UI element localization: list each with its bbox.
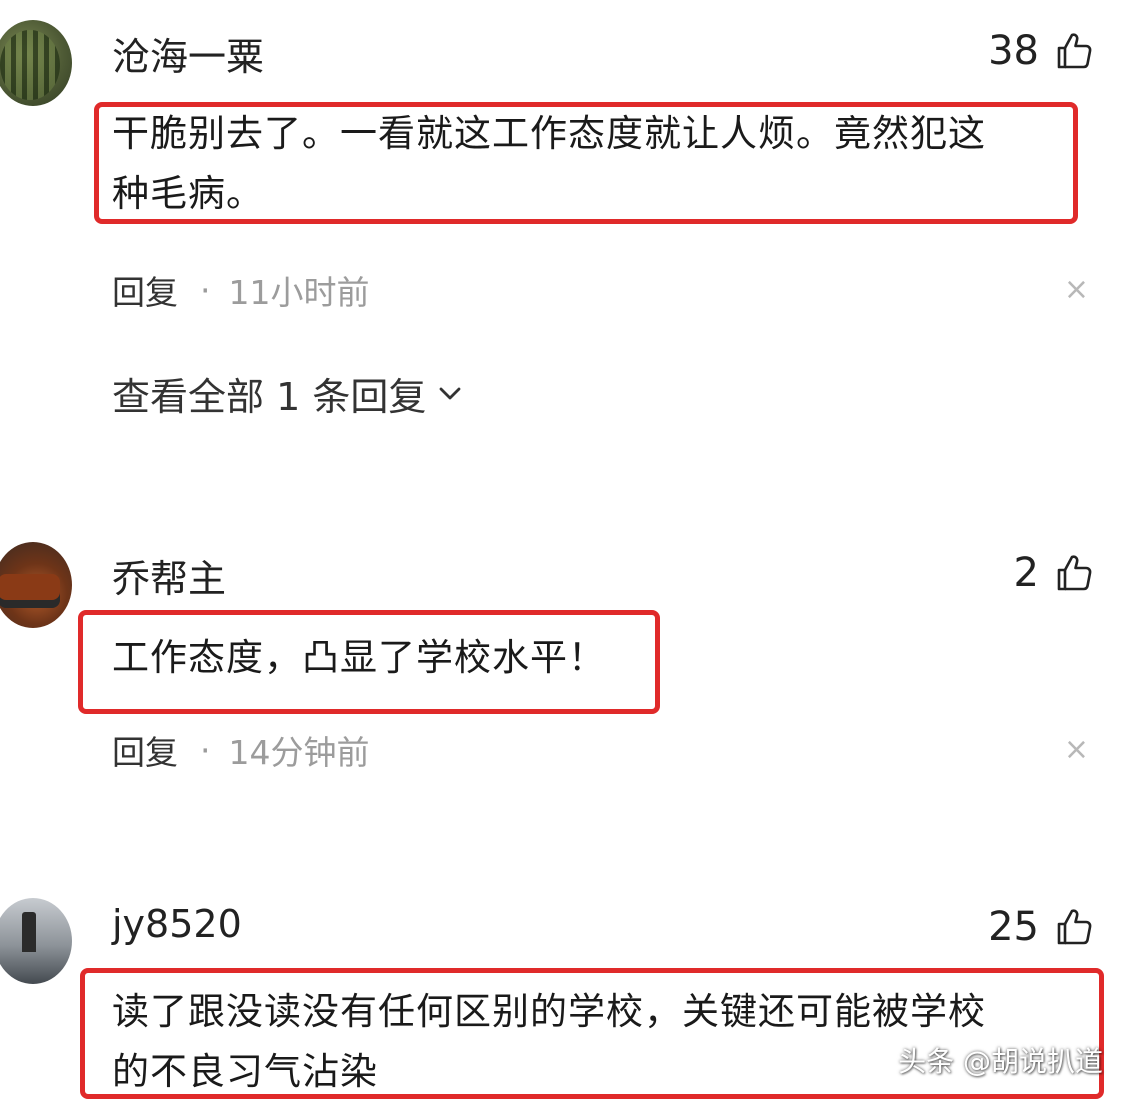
avatar[interactable] xyxy=(0,20,72,106)
view-replies-button[interactable]: 查看全部 1 条回复 xyxy=(112,366,462,421)
username[interactable]: 沧海一粟 xyxy=(112,26,264,81)
close-icon[interactable]: × xyxy=(1064,272,1089,307)
chevron-down-icon xyxy=(439,387,461,399)
like-count: 25 xyxy=(988,904,1039,950)
close-icon[interactable]: × xyxy=(1064,732,1089,767)
comment-text-line: 读了跟没读没有任何区别的学校，关键还可能被学校 xyxy=(112,990,986,1033)
avatar[interactable] xyxy=(0,542,72,628)
meta-separator: · xyxy=(200,270,211,310)
thumbs-up-icon xyxy=(1057,555,1092,591)
watermark: 头条 @胡说扒道 xyxy=(898,1045,1103,1078)
comment-text-line: 工作态度，凸显了学校水平！ xyxy=(112,636,606,679)
thumbs-up-icon xyxy=(1057,909,1092,945)
comment-text-line: 的不良习气沾染 xyxy=(112,1050,378,1093)
like-count: 38 xyxy=(988,28,1039,74)
comment-text-line: 种毛病。 xyxy=(112,172,264,215)
comment-text: 干脆别去了。一看就这工作态度就让人烦。竟然犯这 种毛病。 xyxy=(112,104,986,224)
thumbs-up-icon xyxy=(1057,33,1092,69)
username[interactable]: 乔帮主 xyxy=(112,548,226,603)
reply-button[interactable]: 回复 xyxy=(112,726,178,774)
comment-text-line: 干脆别去了。一看就这工作态度就让人烦。竟然犯这 xyxy=(112,112,986,155)
comment-meta: 回复 · 11小时前 xyxy=(112,266,370,314)
avatar[interactable] xyxy=(0,898,72,984)
like-count: 2 xyxy=(1013,550,1039,596)
timestamp: 14分钟前 xyxy=(228,733,370,772)
like-button[interactable]: 2 xyxy=(1014,550,1093,596)
comment-text: 工作态度，凸显了学校水平！ xyxy=(112,628,606,688)
like-button[interactable]: 25 xyxy=(988,904,1093,950)
like-button[interactable]: 38 xyxy=(988,28,1093,74)
meta-separator: · xyxy=(200,730,211,770)
view-replies-label: 查看全部 1 条回复 xyxy=(112,375,427,419)
comment-meta: 回复 · 14分钟前 xyxy=(112,726,370,774)
reply-button[interactable]: 回复 xyxy=(112,266,178,314)
username[interactable]: jy8520 xyxy=(112,902,242,946)
timestamp: 11小时前 xyxy=(228,273,370,312)
comment-text: 读了跟没读没有任何区别的学校，关键还可能被学校 的不良习气沾染 xyxy=(112,982,986,1102)
